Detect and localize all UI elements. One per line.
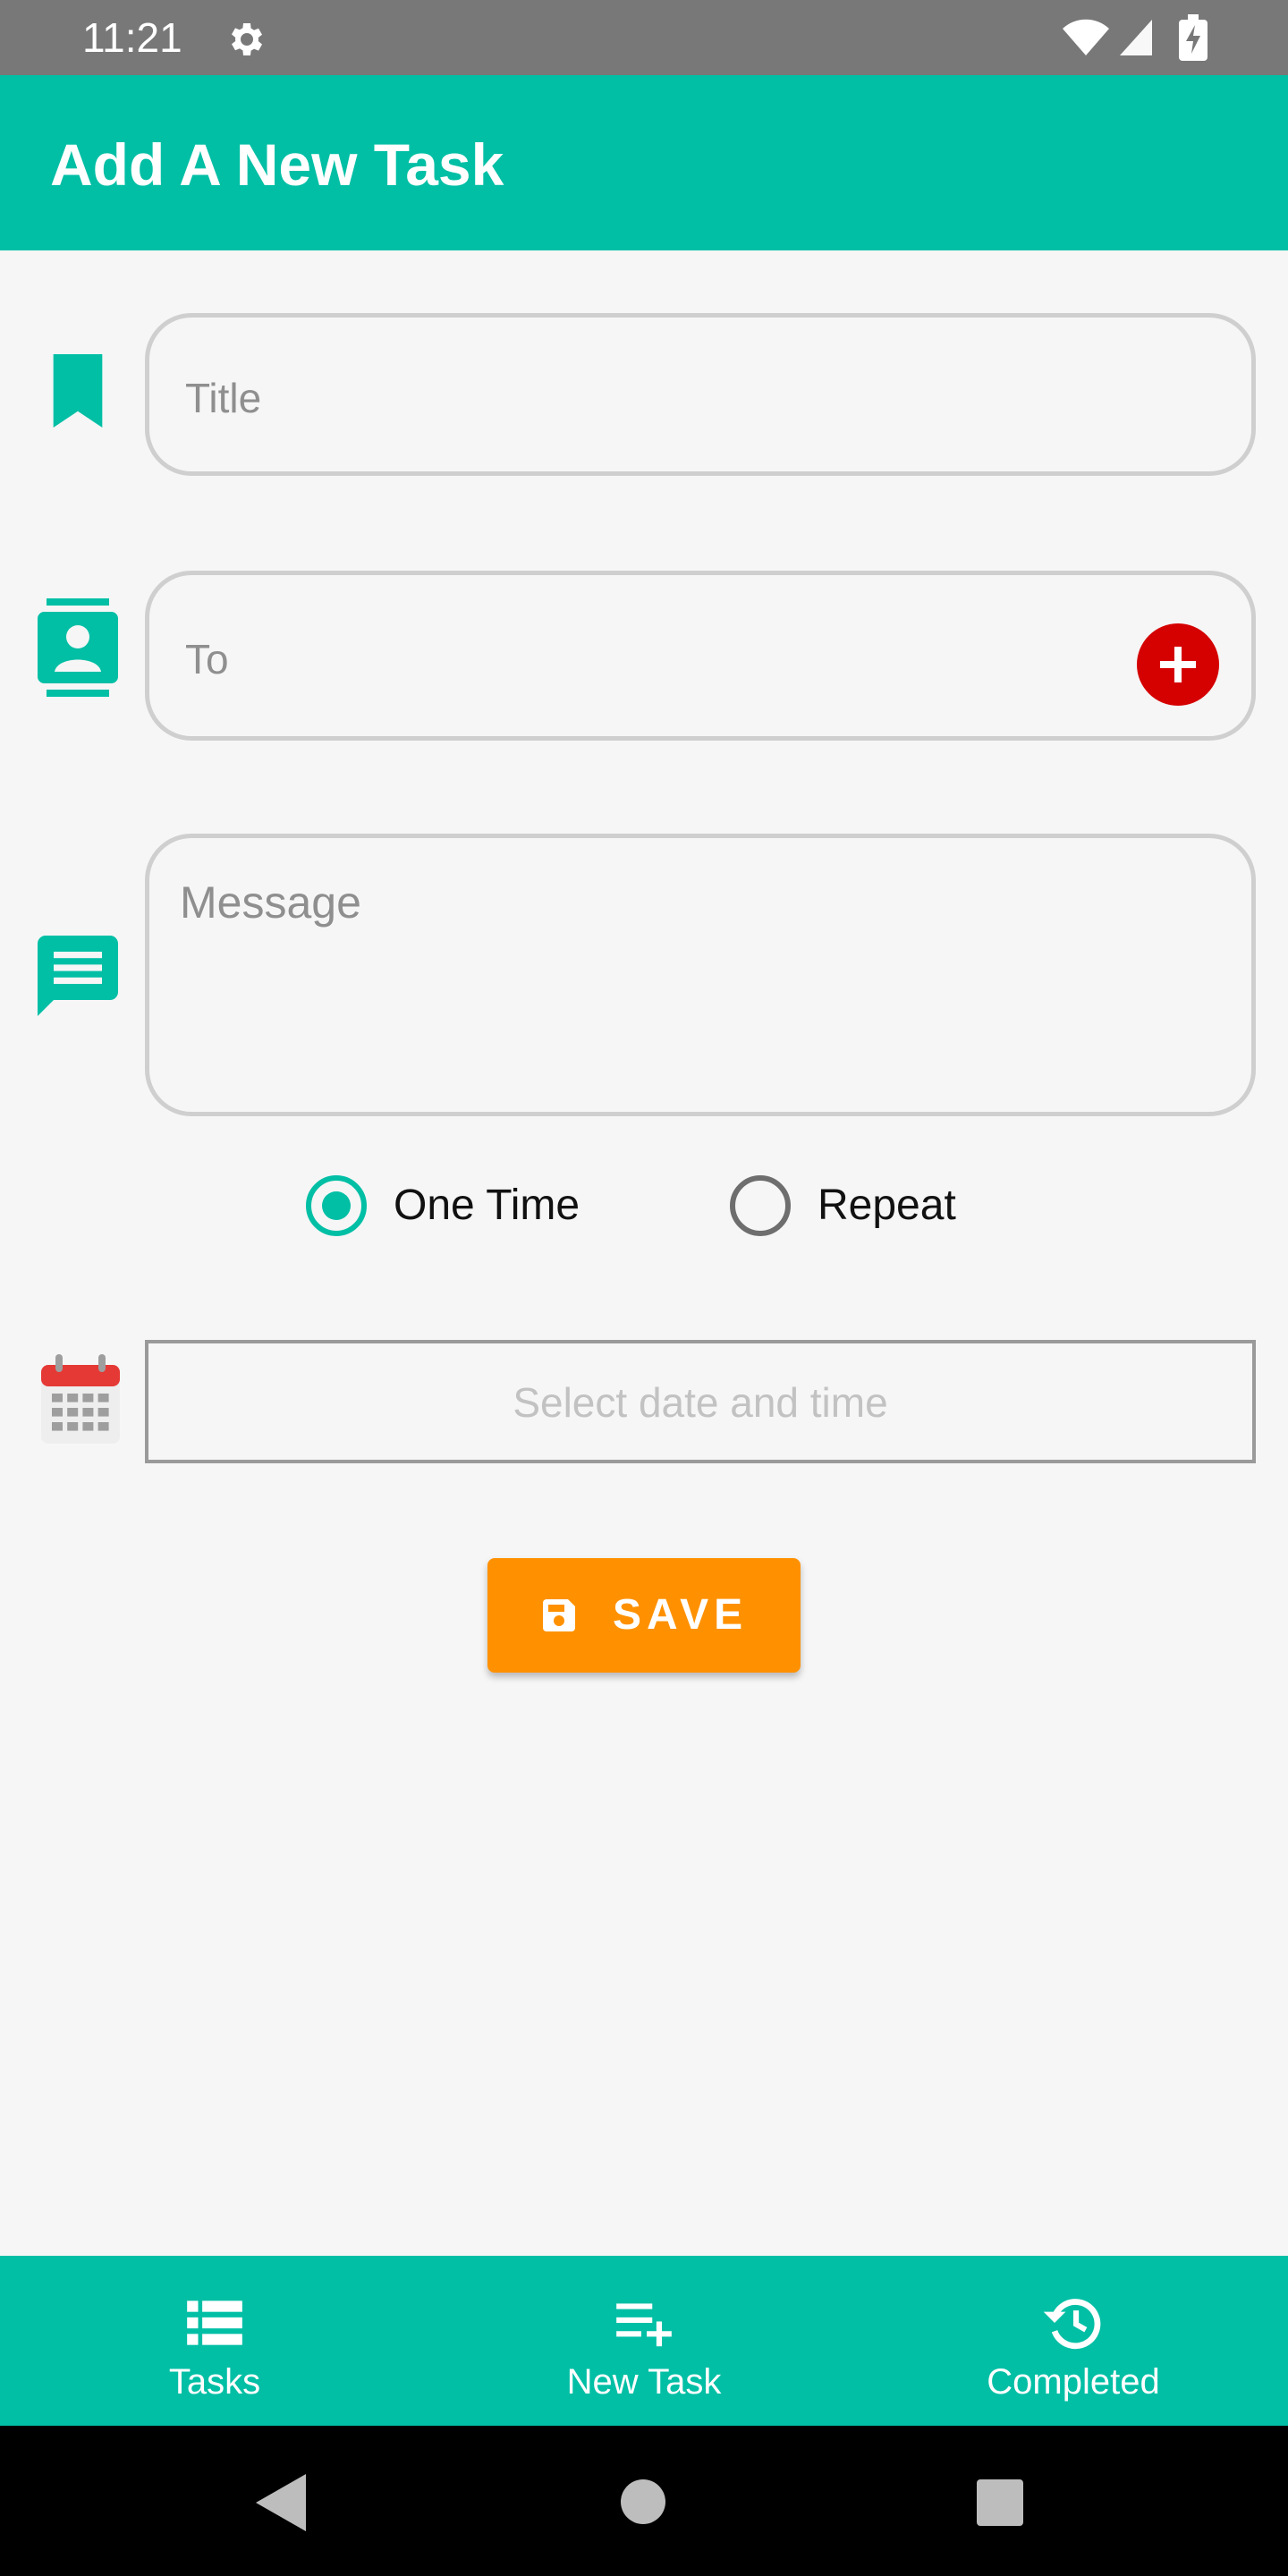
page-title: Add A New Task	[50, 131, 504, 198]
app-bar: Add A New Task	[0, 75, 1288, 250]
contact-icon	[38, 598, 118, 697]
recents-icon[interactable]	[977, 2479, 1023, 2526]
nav-item-new-task[interactable]: New Task	[429, 2256, 859, 2426]
home-icon[interactable]	[621, 2479, 665, 2524]
message-icon	[38, 936, 118, 1016]
radio-selected-dot	[322, 1191, 351, 1220]
nav-item-completed[interactable]: Completed	[859, 2256, 1288, 2426]
save-button[interactable]: SAVE	[487, 1558, 801, 1673]
gear-icon	[232, 23, 262, 55]
date-time-picker[interactable]: Select date and time	[145, 1340, 1256, 1463]
title-input[interactable]: Title	[145, 313, 1256, 476]
signal-icon	[1120, 20, 1152, 55]
status-time: 11:21	[82, 14, 182, 61]
add-recipient-button[interactable]	[1137, 623, 1219, 706]
list-icon	[187, 2301, 242, 2345]
status-bar: 11:21	[0, 0, 1288, 75]
radio-one-time-label: One Time	[394, 1182, 580, 1229]
nav-item-tasks[interactable]: Tasks	[0, 2256, 429, 2426]
calendar-icon[interactable]	[41, 1354, 120, 1444]
bottom-nav: Tasks New Task Completed	[0, 2256, 1288, 2426]
radio-one-time[interactable]: One Time	[306, 1170, 610, 1241]
battery-charging-icon	[1179, 14, 1208, 61]
to-input[interactable]: To	[145, 571, 1256, 741]
nav-label-new-task: New Task	[566, 2362, 722, 2402]
radio-repeat[interactable]: Repeat	[730, 1170, 989, 1241]
wifi-icon	[1063, 19, 1109, 55]
to-placeholder: To	[185, 636, 229, 682]
radio-repeat-label: Repeat	[818, 1182, 956, 1229]
message-placeholder: Message	[180, 877, 361, 928]
date-time-placeholder: Select date and time	[513, 1379, 888, 1426]
bookmark-icon	[53, 354, 103, 428]
nav-label-tasks: Tasks	[168, 2362, 261, 2402]
title-placeholder: Title	[185, 375, 262, 421]
save-icon	[543, 1599, 575, 1631]
message-input[interactable]: Message	[145, 834, 1256, 1116]
history-icon	[1043, 2299, 1101, 2350]
back-icon[interactable]	[256, 2474, 309, 2531]
add-circle-icon	[1160, 647, 1196, 682]
nav-label-completed: Completed	[987, 2362, 1160, 2402]
screen: 11:21 Add A New Task Title To Message On…	[0, 0, 1288, 2576]
system-nav-bar	[0, 2426, 1288, 2576]
playlist-add-icon	[616, 2303, 672, 2347]
radio-repeat-circle[interactable]	[730, 1175, 791, 1236]
radio-one-time-circle[interactable]	[306, 1175, 367, 1236]
save-button-label: SAVE	[613, 1591, 749, 1639]
